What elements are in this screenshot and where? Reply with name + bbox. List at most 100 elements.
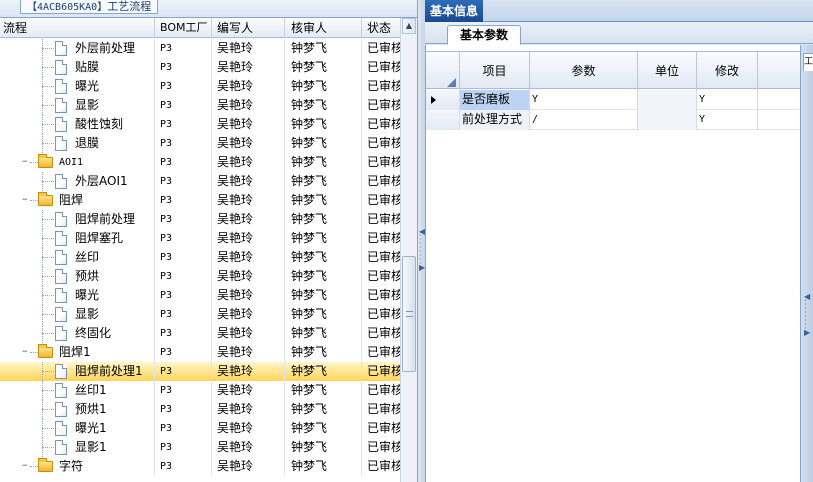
param-unit-cell[interactable] — [638, 110, 697, 130]
status-cell[interactable]: 已审核 — [362, 115, 400, 134]
process-name-cell[interactable]: 丝印1 — [0, 381, 155, 400]
col-header-reviewer[interactable]: 核审人 — [285, 18, 362, 38]
bom-cell[interactable]: P3 — [155, 343, 212, 362]
process-name-cell[interactable]: 阻焊前处理 — [0, 210, 155, 229]
param-row[interactable]: 是否磨板 Y Y — [426, 90, 800, 110]
process-name-cell[interactable]: 退膜 — [0, 134, 155, 153]
tab-basic-params[interactable]: 基本参数 — [447, 25, 522, 45]
process-name-cell[interactable]: 预烘1 — [0, 400, 155, 419]
bom-cell[interactable]: P3 — [155, 115, 212, 134]
param-value-cell[interactable]: / — [530, 110, 638, 130]
process-name-cell[interactable]: 预烘 — [0, 267, 155, 286]
reviewer-cell[interactable]: 钟梦飞 — [285, 229, 362, 248]
status-cell[interactable]: 已审核 — [362, 96, 400, 115]
param-row[interactable]: 前处理方式 / Y — [426, 110, 800, 130]
tree-item-row[interactable]: 曝光 P3 吴艳玲 钟梦飞 已审核 — [0, 286, 400, 305]
tree-item-row[interactable]: 外层AOI1 P3 吴艳玲 钟梦飞 已审核 — [0, 172, 400, 191]
bom-cell[interactable]: P3 — [155, 457, 212, 476]
process-name-cell[interactable]: − 字符 — [0, 457, 155, 476]
status-cell[interactable]: 已审核 — [362, 419, 400, 438]
bom-cell[interactable]: P3 — [155, 286, 212, 305]
status-cell[interactable]: 已审核 — [362, 172, 400, 191]
writer-cell[interactable]: 吴艳玲 — [212, 210, 285, 229]
tree-item-row[interactable]: 丝印 P3 吴艳玲 钟梦飞 已审核 — [0, 248, 400, 267]
reviewer-cell[interactable]: 钟梦飞 — [285, 115, 362, 134]
writer-cell[interactable]: 吴艳玲 — [212, 381, 285, 400]
status-cell[interactable]: 已审核 — [362, 58, 400, 77]
reviewer-cell[interactable]: 钟梦飞 — [285, 438, 362, 457]
param-value-cell[interactable]: Y — [530, 90, 638, 110]
collapse-icon[interactable]: − — [22, 158, 29, 167]
status-cell[interactable]: 已审核 — [362, 134, 400, 153]
reviewer-cell[interactable]: 钟梦飞 — [285, 134, 362, 153]
param-unit-cell[interactable] — [638, 90, 697, 110]
process-name-cell[interactable]: 阻焊前处理1 — [0, 362, 155, 381]
tree-item-row[interactable]: 阻焊前处理 P3 吴艳玲 钟梦飞 已审核 — [0, 210, 400, 229]
writer-cell[interactable]: 吴艳玲 — [212, 305, 285, 324]
col-header-unit[interactable]: 单位 — [638, 52, 697, 90]
reviewer-cell[interactable]: 钟梦飞 — [285, 381, 362, 400]
col-header-writer[interactable]: 编写人 — [212, 18, 285, 38]
reviewer-cell[interactable]: 钟梦飞 — [285, 96, 362, 115]
tree-item-row[interactable]: 显影 P3 吴艳玲 钟梦飞 已审核 — [0, 96, 400, 115]
collapse-icon[interactable]: − — [22, 462, 29, 471]
scrollbar-thumb[interactable] — [402, 256, 416, 372]
select-all-corner[interactable] — [426, 52, 460, 90]
reviewer-cell[interactable]: 钟梦飞 — [285, 248, 362, 267]
status-cell[interactable]: 已审核 — [362, 362, 400, 381]
reviewer-cell[interactable]: 钟梦飞 — [285, 305, 362, 324]
bom-cell[interactable]: P3 — [155, 229, 212, 248]
bom-cell[interactable]: P3 — [155, 153, 212, 172]
writer-cell[interactable]: 吴艳玲 — [212, 172, 285, 191]
status-cell[interactable]: 已审核 — [362, 229, 400, 248]
status-cell[interactable]: 已审核 — [362, 39, 400, 58]
writer-cell[interactable]: 吴艳玲 — [212, 419, 285, 438]
reviewer-cell[interactable]: 钟梦飞 — [285, 457, 362, 476]
writer-cell[interactable]: 吴艳玲 — [212, 248, 285, 267]
collapse-icon[interactable]: − — [22, 348, 29, 357]
tab-basic-info[interactable]: 基本信息 — [425, 0, 484, 22]
process-name-cell[interactable]: 酸性蚀刻 — [0, 115, 155, 134]
status-cell[interactable]: 已审核 — [362, 400, 400, 419]
tree-item-row[interactable]: 阻焊塞孔 P3 吴艳玲 钟梦飞 已审核 — [0, 229, 400, 248]
writer-cell[interactable]: 吴艳玲 — [212, 115, 285, 134]
param-item-cell[interactable]: 前处理方式 — [460, 110, 530, 130]
bom-cell[interactable]: P3 — [155, 438, 212, 457]
tree-item-row[interactable]: 曝光 P3 吴艳玲 钟梦飞 已审核 — [0, 77, 400, 96]
writer-cell[interactable]: 吴艳玲 — [212, 457, 285, 476]
process-name-cell[interactable]: 曝光 — [0, 286, 155, 305]
writer-cell[interactable]: 吴艳玲 — [212, 229, 285, 248]
right-splitter-grip-icon[interactable]: ◀ · · · · · · · · ▶ — [804, 293, 810, 337]
tree-item-row[interactable]: 退膜 P3 吴艳玲 钟梦飞 已审核 — [0, 134, 400, 153]
tree-folder-row[interactable]: − 阻焊 P3 吴艳玲 钟梦飞 已审核 — [0, 191, 400, 210]
tree-folder-row[interactable]: − 字符 P3 吴艳玲 钟梦飞 已审核 — [0, 457, 400, 476]
tree-item-row[interactable]: 酸性蚀刻 P3 吴艳玲 钟梦飞 已审核 — [0, 115, 400, 134]
col-header-param[interactable]: 参数 — [530, 52, 638, 90]
process-flow-tab[interactable]: 【4ACB605KA0】工艺流程 — [20, 0, 159, 14]
process-name-cell[interactable]: 显影 — [0, 305, 155, 324]
status-cell[interactable]: 已审核 — [362, 248, 400, 267]
reviewer-cell[interactable]: 钟梦飞 — [285, 286, 362, 305]
process-name-cell[interactable]: 曝光 — [0, 77, 155, 96]
writer-cell[interactable]: 吴艳玲 — [212, 400, 285, 419]
row-indicator[interactable] — [426, 110, 460, 130]
bom-cell[interactable]: P3 — [155, 267, 212, 286]
writer-cell[interactable]: 吴艳玲 — [212, 286, 285, 305]
tree-item-row[interactable]: 终固化 P3 吴艳玲 钟梦飞 已审核 — [0, 324, 400, 343]
bom-cell[interactable]: P3 — [155, 210, 212, 229]
tree-item-row[interactable]: 预烘 P3 吴艳玲 钟梦飞 已审核 — [0, 267, 400, 286]
status-cell[interactable]: 已审核 — [362, 153, 400, 172]
status-cell[interactable]: 已审核 — [362, 324, 400, 343]
bom-cell[interactable]: P3 — [155, 381, 212, 400]
reviewer-cell[interactable]: 钟梦飞 — [285, 58, 362, 77]
param-item-cell[interactable]: 是否磨板 — [460, 90, 530, 110]
tree-item-row[interactable]: 显影 P3 吴艳玲 钟梦飞 已审核 — [0, 305, 400, 324]
bom-cell[interactable]: P3 — [155, 305, 212, 324]
bom-cell[interactable]: P3 — [155, 419, 212, 438]
right-edge-splitter[interactable]: 工 ◀ · · · · · · · · ▶ — [801, 45, 813, 482]
reviewer-cell[interactable]: 钟梦飞 — [285, 400, 362, 419]
status-cell[interactable]: 已审核 — [362, 210, 400, 229]
vertical-scrollbar[interactable]: ▲ — [400, 18, 417, 482]
bom-cell[interactable]: P3 — [155, 96, 212, 115]
process-name-cell[interactable]: 显影 — [0, 96, 155, 115]
